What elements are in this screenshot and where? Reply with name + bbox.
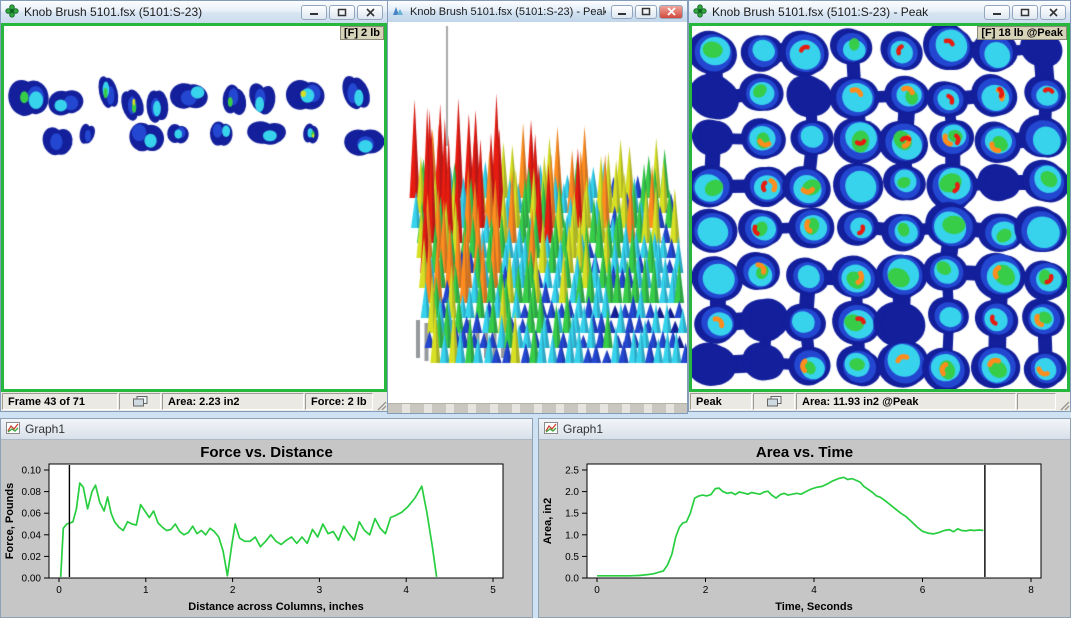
graph-icon [544, 422, 558, 437]
window-peak2d: Knob Brush 5101.fsx (5101:S-23) - Peak [… [688, 0, 1071, 412]
y-axis-label: Force, Pounds [4, 483, 16, 559]
pressure-map-canvas[interactable] [4, 26, 384, 389]
y-axis-label: Area, in2 [542, 498, 554, 544]
y-tick-label: 0.06 [22, 509, 42, 520]
window-titlebar[interactable]: Graph1 [539, 419, 1070, 440]
status-frame: Frame 43 of 71 [2, 393, 118, 410]
window-title: Graph1 [25, 422, 65, 436]
x-axis-label: Distance across Columns, inches [188, 601, 363, 613]
plot-frame [587, 464, 1041, 578]
window-title: Knob Brush 5101.fsx (5101:S-23) [24, 5, 296, 19]
surface-plot-icon [392, 4, 405, 19]
x-tick-label: 0 [594, 585, 600, 596]
y-tick-label: 2.5 [565, 466, 579, 477]
status-spare [1017, 393, 1056, 410]
y-tick-label: 0.10 [22, 466, 42, 477]
y-tick-label: 1.5 [565, 509, 579, 520]
y-tick-label: 0.08 [22, 487, 42, 498]
x-tick-label: 4 [811, 585, 817, 596]
window-title: Graph1 [563, 422, 603, 436]
window-graph-force: Graph1 Force vs. Distance 0 1 2 3 4 5 0.00 0.02… [0, 418, 533, 618]
window-title: Knob Brush 5101.fsx (5101:S-23) - Peak [410, 6, 606, 18]
window-titlebar[interactable]: Knob Brush 5101.fsx (5101:S-23) - Peak [388, 1, 687, 23]
app-icon [693, 4, 707, 21]
window-titlebar[interactable]: Knob Brush 5101.fsx (5101:S-23) [1, 1, 387, 24]
minimize-button[interactable] [984, 5, 1010, 20]
window-graph-area: Graph1 Area vs. Time 0 2 4 6 8 0.0 0.5 1.0 1.5 2.… [538, 418, 1071, 618]
app-icon [5, 4, 19, 21]
y-tick-label: 0.5 [565, 552, 579, 563]
y-tick-label: 0.00 [22, 574, 42, 585]
x-tick-label: 6 [920, 585, 926, 596]
y-tick-label: 0.04 [22, 530, 42, 541]
x-tick-label: 3 [317, 585, 323, 596]
resize-grip[interactable] [373, 392, 387, 411]
window-map2d: Knob Brush 5101.fsx (5101:S-23) [F] 2 lb… [0, 0, 388, 412]
peak-3d-canvas[interactable] [388, 22, 687, 403]
y-tick-label: 2.0 [565, 487, 579, 498]
desktop: Knob Brush 5101.fsx (5101:S-23) [F] 2 lb… [0, 0, 1071, 618]
map2d-view: [F] 2 lb [1, 23, 387, 392]
close-button[interactable] [357, 5, 383, 20]
resize-grip[interactable] [1056, 392, 1070, 411]
peak-map-canvas[interactable] [692, 26, 1067, 389]
x-tick-label: 5 [490, 585, 496, 596]
x-tick-label: 0 [56, 585, 62, 596]
window-title: Knob Brush 5101.fsx (5101:S-23) - Peak [712, 5, 979, 19]
x-tick-label: 1 [143, 585, 149, 596]
x-tick-label: 8 [1028, 585, 1034, 596]
chart-title: Area vs. Time [539, 440, 1070, 462]
x-tick-label: 4 [403, 585, 409, 596]
force-scale-tag: [F] 2 lb [340, 26, 384, 40]
minimize-button[interactable] [611, 5, 633, 19]
status-strip-partial [388, 403, 687, 413]
window-titlebar[interactable]: Knob Brush 5101.fsx (5101:S-23) - Peak [689, 1, 1070, 24]
x-axis-label: Time, Seconds [775, 601, 852, 613]
close-button[interactable] [1040, 5, 1066, 20]
y-tick-label: 1.0 [565, 530, 579, 541]
maximize-button[interactable] [635, 5, 657, 19]
x-tick-label: 2 [703, 585, 709, 596]
chart-title: Force vs. Distance [1, 440, 532, 462]
status-force: Force: 2 lb [305, 393, 373, 410]
window-titlebar[interactable]: Graph1 [1, 419, 532, 440]
peak2d-view: [F] 18 lb @Peak [689, 23, 1070, 392]
graph-icon [6, 422, 20, 437]
force-distance-chart[interactable]: 0 1 2 3 4 5 0.00 0.02 0.04 0.06 0.08 0.10 Distance a… [1, 462, 532, 618]
status-bar: Frame 43 of 71 Area: 2.23 in2 Force: 2 l… [1, 392, 387, 411]
x-tick-label: 2 [230, 585, 236, 596]
area-time-chart[interactable]: 0 2 4 6 8 0.0 0.5 1.0 1.5 2.0 2.5 Time, Seconds Area… [539, 462, 1070, 618]
status-area: Area: 11.93 in2 @Peak [796, 393, 1016, 410]
windows-overlap-icon[interactable] [119, 393, 161, 410]
close-button[interactable] [659, 5, 683, 19]
status-bar: Peak Area: 11.93 in2 @Peak [689, 392, 1070, 411]
minimize-button[interactable] [301, 5, 327, 20]
window-peak3d: Knob Brush 5101.fsx (5101:S-23) - Peak [387, 0, 688, 414]
status-mode: Peak [690, 393, 752, 410]
status-area: Area: 2.23 in2 [162, 393, 304, 410]
peak3d-view [388, 22, 687, 403]
y-tick-label: 0.0 [565, 574, 579, 585]
windows-overlap-icon[interactable] [753, 393, 795, 410]
y-tick-label: 0.02 [22, 552, 42, 563]
force-scale-tag: [F] 18 lb @Peak [977, 26, 1067, 40]
maximize-button[interactable] [1012, 5, 1038, 20]
maximize-button[interactable] [329, 5, 355, 20]
